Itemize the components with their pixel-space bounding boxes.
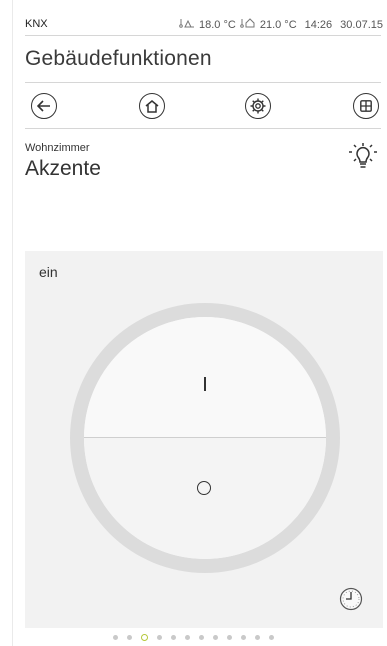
grid-button[interactable]: [353, 93, 379, 119]
page-dot[interactable]: [269, 635, 274, 640]
status-readouts: 18.0 °C 21.0 °C 14:26 30.07.15: [179, 18, 383, 31]
indoor-temp: 21.0 °C: [259, 18, 297, 31]
title-divider: [25, 82, 381, 83]
off-symbol: [197, 481, 211, 495]
dial-divider: [84, 437, 326, 438]
timer-clock-icon[interactable]: [339, 587, 363, 611]
status-divider: [25, 35, 381, 36]
home-button[interactable]: [139, 93, 165, 119]
page-dot[interactable]: [171, 635, 176, 640]
on-button[interactable]: [84, 317, 326, 438]
brand-label: KNX: [25, 18, 48, 30]
page-dot[interactable]: [113, 635, 118, 640]
left-edge: [12, 0, 13, 646]
clock-time: 14:26: [304, 18, 333, 31]
switch-panel: ein: [25, 251, 383, 628]
page-dot[interactable]: [213, 635, 218, 640]
room-label: Wohnzimmer: [25, 142, 90, 154]
on-symbol: [204, 377, 206, 391]
page-dot[interactable]: [241, 635, 246, 640]
function-title: Akzente: [25, 157, 101, 180]
on-off-dial[interactable]: [70, 303, 340, 573]
nav-divider: [25, 128, 381, 129]
off-button[interactable]: [84, 438, 326, 559]
switch-state: ein: [39, 264, 58, 280]
settings-button[interactable]: [245, 93, 271, 119]
page-dot-active[interactable]: [141, 634, 148, 641]
back-button[interactable]: [31, 93, 57, 119]
page-dot[interactable]: [127, 635, 132, 640]
page-dot[interactable]: [227, 635, 232, 640]
date: 30.07.15: [340, 18, 383, 31]
page-dot[interactable]: [185, 635, 190, 640]
lightbulb-icon: [349, 143, 377, 168]
page-dot[interactable]: [199, 635, 204, 640]
page-dot[interactable]: [255, 635, 260, 640]
outdoor-thermometer-icon: [179, 18, 195, 31]
dial-face: [84, 317, 326, 559]
back-icon: [37, 100, 50, 112]
settings-gear-icon: [250, 98, 266, 114]
grid-icon: [360, 100, 372, 112]
page-title: Gebäudefunktionen: [25, 47, 212, 70]
status-bar: KNX 18.0 °C 21.0 °C 14:26 30.07.15: [0, 0, 387, 34]
indoor-thermometer-icon: [240, 18, 256, 31]
page-indicator: [0, 633, 387, 643]
page-dot[interactable]: [157, 635, 162, 640]
home-icon: [145, 99, 159, 113]
outdoor-temp: 18.0 °C: [199, 18, 236, 31]
